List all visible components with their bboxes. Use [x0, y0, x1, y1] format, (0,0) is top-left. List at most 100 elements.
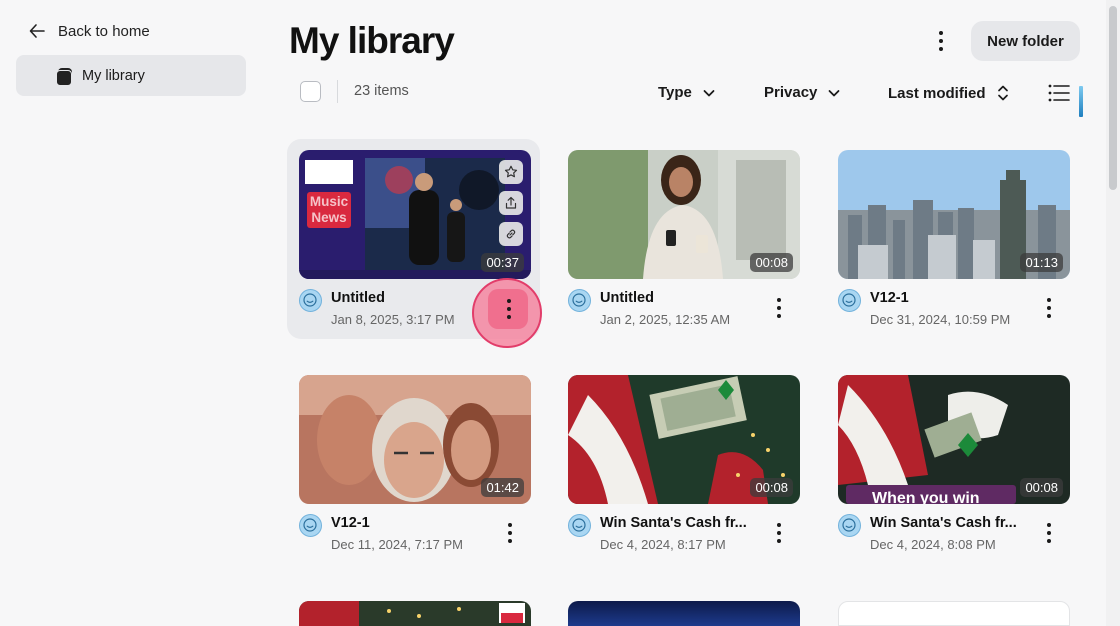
- video-date: Dec 11, 2024, 7:17 PM: [331, 537, 464, 552]
- smiley-icon: [572, 518, 586, 532]
- more-dot: [777, 298, 781, 302]
- avatar: [838, 514, 861, 537]
- more-dot: [777, 539, 781, 543]
- duration-badge: 01:42: [481, 478, 524, 497]
- video-date: Dec 4, 2024, 8:17 PM: [600, 537, 726, 552]
- sidebar-item-label: My library: [82, 67, 145, 84]
- sort-last-modified[interactable]: Last modified: [888, 84, 1010, 102]
- back-to-home-link[interactable]: Back to home: [28, 22, 150, 40]
- view-indicator: [1079, 86, 1083, 117]
- video-date: Jan 8, 2025, 3:17 PM: [331, 312, 455, 327]
- video-thumbnail[interactable]: 00:08: [568, 150, 800, 279]
- more-dot: [1047, 298, 1051, 302]
- more-dot: [777, 314, 781, 318]
- video-thumbnail[interactable]: 01:13: [838, 150, 1070, 279]
- select-all-checkbox[interactable]: [300, 81, 321, 102]
- video-meta: Win Santa's Cash fr... Dec 4, 2024, 8:17…: [568, 514, 800, 564]
- page-title: My library: [289, 20, 455, 61]
- card-more-button[interactable]: [1036, 295, 1062, 321]
- video-thumbnail[interactable]: [838, 601, 1070, 626]
- share-button[interactable]: [499, 191, 523, 215]
- library-page: Back to home My library My library New f…: [0, 0, 1120, 626]
- more-dot: [939, 31, 943, 35]
- video-thumbnail[interactable]: When you win 00:08: [838, 375, 1070, 504]
- card-more-button[interactable]: [1036, 520, 1062, 546]
- video-card[interactable]: When you win 00:08 Win Santa's Cash fr..…: [838, 375, 1070, 564]
- card-more-button[interactable]: [766, 295, 792, 321]
- sort-icon: [997, 85, 1008, 101]
- duration-badge: 00:08: [750, 253, 793, 272]
- more-dot: [1047, 531, 1051, 535]
- video-meta: V12-1 Dec 31, 2024, 10:59 PM: [838, 289, 1070, 339]
- scrollbar-thumb[interactable]: [1109, 6, 1117, 190]
- video-title[interactable]: V12-1: [870, 290, 909, 306]
- video-card[interactable]: 00:08 Win Santa's Cash fr... Dec 4, 2024…: [568, 375, 800, 564]
- chevron-down-icon: [703, 89, 715, 96]
- more-dot: [777, 306, 781, 310]
- video-card[interactable]: 00:08 Untitled Jan 2, 2025, 12:35 AM: [568, 150, 800, 339]
- video-thumbnail[interactable]: 00:08: [568, 375, 800, 504]
- video-thumbnail[interactable]: 01:42: [299, 375, 531, 504]
- more-dot: [507, 307, 511, 311]
- sidebar-item-my-library[interactable]: My library: [16, 55, 246, 96]
- video-card[interactable]: 01:42 V12-1 Dec 11, 2024, 7:17 PM: [299, 375, 531, 564]
- avatar: [568, 514, 591, 537]
- thumbnail-overlay-text: When you win: [872, 490, 980, 504]
- avatar: [568, 289, 591, 312]
- video-card[interactable]: 01:13 V12-1 Dec 31, 2024, 10:59 PM: [838, 150, 1070, 339]
- card-more-button[interactable]: [496, 296, 522, 322]
- privacy-filter-label: Privacy: [764, 84, 818, 101]
- video-meta: V12-1 Dec 11, 2024, 7:17 PM: [299, 514, 531, 564]
- new-folder-button[interactable]: New folder: [971, 21, 1080, 61]
- avatar: [299, 514, 322, 537]
- more-dot: [508, 531, 512, 535]
- more-dot: [1047, 314, 1051, 318]
- more-dot: [507, 315, 511, 319]
- video-title[interactable]: Untitled: [600, 290, 654, 306]
- library-icon: [56, 67, 72, 86]
- video-meta: Win Santa's Cash fr... Dec 4, 2024, 8:08…: [838, 514, 1070, 564]
- link-icon: [506, 229, 516, 239]
- thumbnail-overlay-text: Music News: [307, 192, 351, 228]
- privacy-filter[interactable]: Privacy: [764, 84, 841, 101]
- more-dot: [1047, 306, 1051, 310]
- duration-badge: 00:08: [750, 478, 793, 497]
- copy-link-button[interactable]: [499, 222, 523, 246]
- more-options-button[interactable]: [926, 26, 956, 56]
- duration-badge: 00:37: [481, 253, 524, 272]
- more-dot: [507, 299, 511, 303]
- list-view-icon[interactable]: [1048, 84, 1070, 102]
- smiley-icon: [842, 518, 856, 532]
- video-date: Dec 4, 2024, 8:08 PM: [870, 537, 996, 552]
- card-more-button[interactable]: [497, 520, 523, 546]
- more-dot: [1047, 539, 1051, 543]
- chevron-down-icon: [828, 89, 840, 96]
- video-title[interactable]: V12-1: [331, 515, 370, 531]
- smiley-icon: [842, 293, 856, 307]
- video-title[interactable]: Win Santa's Cash fr...: [870, 515, 1017, 531]
- smiley-icon: [572, 293, 586, 307]
- item-count: 23 items: [354, 83, 409, 99]
- more-dot: [777, 523, 781, 527]
- sort-label: Last modified: [888, 84, 986, 102]
- duration-badge: 01:13: [1020, 253, 1063, 272]
- video-title[interactable]: Win Santa's Cash fr...: [600, 515, 747, 531]
- more-dot: [939, 47, 943, 51]
- share-icon: [505, 196, 517, 209]
- smiley-icon: [303, 293, 317, 307]
- card-more-button[interactable]: [766, 520, 792, 546]
- video-title[interactable]: Untitled: [331, 290, 385, 306]
- smiley-icon: [303, 518, 317, 532]
- avatar: [299, 289, 322, 312]
- type-filter[interactable]: Type: [658, 84, 716, 101]
- video-thumbnail[interactable]: [568, 601, 800, 626]
- arrow-left-icon: [29, 24, 45, 38]
- favorite-button[interactable]: [499, 160, 523, 184]
- thumbnail-actions: [499, 160, 523, 246]
- thumbnail-image: [299, 601, 531, 626]
- video-thumbnail[interactable]: [299, 601, 531, 626]
- duration-badge: 00:08: [1020, 478, 1063, 497]
- more-dot: [777, 531, 781, 535]
- more-dot: [939, 39, 943, 43]
- video-thumbnail[interactable]: Music News 00:37: [299, 150, 531, 279]
